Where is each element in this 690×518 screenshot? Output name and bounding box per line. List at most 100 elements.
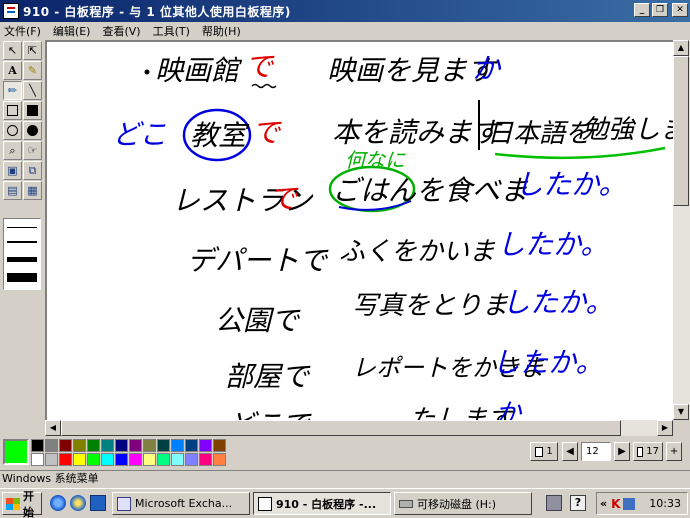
color-swatch[interactable] <box>143 439 156 452</box>
volume-icon[interactable] <box>623 497 636 510</box>
line-width-2[interactable] <box>7 241 37 243</box>
scrollbar-corner <box>673 420 690 436</box>
color-swatch[interactable] <box>31 453 44 466</box>
ellipse-outline-icon[interactable] <box>3 121 22 140</box>
color-swatch[interactable] <box>45 453 58 466</box>
current-color-swatch <box>3 439 29 465</box>
color-swatch[interactable] <box>157 453 170 466</box>
color-swatch[interactable] <box>171 453 184 466</box>
color-swatch[interactable] <box>185 439 198 452</box>
color-swatch[interactable] <box>101 439 114 452</box>
color-swatch[interactable] <box>199 453 212 466</box>
ie-quicklaunch-icon[interactable] <box>50 495 66 511</box>
whiteboard-icon <box>258 496 272 511</box>
color-swatch[interactable] <box>213 453 226 466</box>
color-swatch[interactable] <box>59 439 72 452</box>
zoom-icon[interactable]: ⌕ <box>3 141 22 160</box>
horizontal-scroll-thumb[interactable] <box>61 420 621 436</box>
word-doko: どこ <box>112 118 167 151</box>
last-page-button[interactable]: 17 <box>633 442 663 461</box>
clock: 10:33 <box>649 497 681 510</box>
insert-page-button[interactable]: + <box>666 442 682 461</box>
color-swatch[interactable] <box>87 439 100 452</box>
color-swatch[interactable] <box>45 439 58 452</box>
phrase-shashin-wo-torima: 写真をとりま <box>352 291 509 321</box>
next-page-button[interactable]: ▶ <box>614 442 630 461</box>
color-swatch[interactable] <box>73 453 86 466</box>
color-swatch[interactable] <box>129 453 142 466</box>
color-swatch[interactable] <box>129 439 142 452</box>
whiteboard-app-icon[interactable] <box>3 3 19 19</box>
select-window-icon[interactable]: ▤ <box>3 181 22 200</box>
vertical-scroll-thumb[interactable] <box>673 56 689 206</box>
color-swatch[interactable] <box>87 453 100 466</box>
menu-file[interactable]: 文件(F) <box>4 23 41 39</box>
color-swatch[interactable] <box>171 439 184 452</box>
close-button[interactable]: ✕ <box>672 3 688 17</box>
color-swatch[interactable] <box>199 439 212 452</box>
highlighter-icon[interactable]: ✎ <box>23 61 42 80</box>
tray-expand-icon[interactable]: « <box>600 497 607 510</box>
minimize-button[interactable]: _ <box>634 3 650 17</box>
ellipse-filled-icon[interactable] <box>23 121 42 140</box>
color-swatch[interactable] <box>213 439 226 452</box>
previous-page-button[interactable]: ◀ <box>562 442 578 461</box>
particle-de-2: で <box>252 116 282 149</box>
scroll-up-button[interactable]: ▲ <box>673 40 689 56</box>
color-swatch[interactable] <box>31 439 44 452</box>
pen-icon[interactable]: ✏ <box>3 81 22 100</box>
vertical-scrollbar[interactable]: ▲ ▼ <box>673 40 690 420</box>
line-width-4[interactable] <box>7 273 37 282</box>
line-width-3[interactable] <box>7 257 37 262</box>
menu-view[interactable]: 查看(V) <box>102 23 140 39</box>
antivirus-icon[interactable]: K <box>611 497 620 511</box>
phrase-fuku-wo-kaima: ふくをかいま <box>339 237 496 267</box>
line-width-selector[interactable] <box>3 218 41 290</box>
first-page-button[interactable]: 1 <box>530 442 558 461</box>
network-icon[interactable] <box>546 495 562 511</box>
menu-edit[interactable]: 编辑(E) <box>53 23 91 39</box>
exchange-icon <box>117 496 131 511</box>
lock-contents-icon[interactable]: ▣ <box>3 161 22 180</box>
sync-icon[interactable]: ⧉ <box>23 161 42 180</box>
desktop-quicklaunch-icon[interactable] <box>90 495 106 511</box>
color-palette-bar: 1 ◀ 12 ▶ 17 + <box>0 436 690 468</box>
word-kouen-de: 公園で <box>215 304 301 337</box>
rectangle-filled-icon[interactable] <box>23 101 42 120</box>
color-swatch[interactable] <box>115 439 128 452</box>
menu-tools[interactable]: 工具(T) <box>153 23 190 39</box>
task-exchange[interactable]: Microsoft Excha... <box>112 492 250 515</box>
phrase-nihongo-wo: 日本語を <box>487 119 591 149</box>
task-whiteboard[interactable]: 910 - 白板程序 -... <box>253 492 391 515</box>
area-select-icon[interactable]: ⇱ <box>23 41 42 60</box>
color-swatch[interactable] <box>101 453 114 466</box>
whiteboard-canvas[interactable]: 映画館 で 映画を見ます か どこ 教室 で 本を読みます 日本語を 勉強します… <box>45 40 673 420</box>
color-swatch[interactable] <box>143 453 156 466</box>
color-swatch[interactable] <box>185 453 198 466</box>
color-swatch[interactable] <box>157 439 170 452</box>
task-removable-disk[interactable]: 可移动磁盘 (H:) <box>394 492 532 515</box>
restore-button[interactable]: ❐ <box>652 3 668 17</box>
start-button[interactable]: 开始 <box>2 490 42 518</box>
horizontal-scrollbar[interactable]: ◀ ▶ <box>45 420 673 436</box>
line-width-1[interactable] <box>7 227 37 228</box>
window-title: 910 - 白板程序 - 与 1 位其他人使用白板程序) <box>23 4 291 19</box>
select-arrow-icon[interactable]: ↖ <box>3 41 22 60</box>
color-swatches <box>31 439 226 466</box>
ie2-quicklaunch-icon[interactable] <box>70 495 86 511</box>
help-icon[interactable]: ? <box>570 495 586 511</box>
rectangle-outline-icon[interactable] <box>3 101 22 120</box>
menu-help[interactable]: 帮助(H) <box>202 23 241 39</box>
line-icon[interactable]: ╲ <box>23 81 42 100</box>
color-swatch[interactable] <box>59 453 72 466</box>
page-number-field[interactable]: 12 <box>581 442 611 461</box>
scroll-down-button[interactable]: ▼ <box>673 404 689 420</box>
select-area-icon[interactable]: ▦ <box>23 181 42 200</box>
remote-pointer-icon[interactable]: ☞ <box>23 141 42 160</box>
windows-logo-icon <box>6 497 20 510</box>
text-tool-icon[interactable]: A <box>3 61 22 80</box>
color-swatch[interactable] <box>115 453 128 466</box>
scroll-left-button[interactable]: ◀ <box>45 420 61 436</box>
scroll-right-button[interactable]: ▶ <box>657 420 673 436</box>
color-swatch[interactable] <box>73 439 86 452</box>
